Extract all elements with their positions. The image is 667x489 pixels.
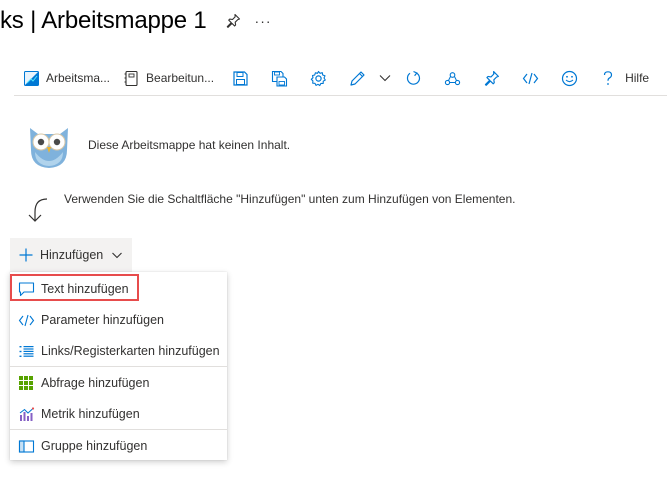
menu-divider [10, 429, 227, 430]
edit-button[interactable]: Bearbeitun... [120, 63, 214, 93]
edit-label: Bearbeitun... [146, 71, 215, 85]
group-icon [17, 437, 35, 455]
metric-chart-icon [17, 405, 35, 423]
save-as-icon [268, 67, 290, 89]
question-mark-icon [597, 67, 619, 89]
menu-item-add-query[interactable]: Abfrage hinzufügen [10, 368, 227, 398]
open-workbook-button[interactable]: Arbeitsma... [20, 63, 110, 93]
menu-item-label: Links/Registerkarten hinzufügen [41, 344, 220, 358]
pin-icon[interactable] [225, 13, 241, 29]
chevron-down-icon [374, 67, 396, 89]
menu-item-label: Abfrage hinzufügen [41, 376, 150, 390]
list-icon [17, 342, 35, 360]
command-bar: Arbeitsma... Bearbeitun... Hilfe [14, 61, 667, 96]
settings-button[interactable] [307, 63, 329, 93]
menu-item-add-parameter[interactable]: Parameter hinzufügen [10, 305, 227, 335]
share-people-icon [441, 67, 463, 89]
curved-arrow-down-icon [24, 196, 50, 224]
menu-item-add-group[interactable]: Gruppe hinzufügen [10, 431, 227, 461]
hint-message: Verwenden Sie die Schaltfläche "Hinzufüg… [64, 192, 516, 206]
open-workbook-label: Arbeitsma... [46, 71, 111, 85]
save-icon [229, 67, 251, 89]
plus-icon [19, 248, 33, 262]
empty-message: Diese Arbeitsmappe hat keinen Inhalt. [88, 138, 291, 152]
edit-pencil-button[interactable] [346, 63, 368, 93]
menu-item-label: Gruppe hinzufügen [41, 439, 148, 453]
code-icon [519, 67, 541, 89]
workbook-icon [20, 67, 42, 89]
owl-illustration [24, 120, 74, 170]
help-button[interactable]: Hilfe [597, 63, 649, 93]
code-icon [17, 311, 35, 329]
title-row: ks | Arbeitsmappe 1 ··· [0, 4, 272, 38]
pin-icon [480, 67, 502, 89]
refresh-button[interactable] [402, 63, 424, 93]
more-options-button[interactable]: ··· [255, 13, 272, 29]
menu-item-add-metric[interactable]: Metrik hinzufügen [10, 399, 227, 429]
chevron-down-icon [112, 252, 123, 259]
pin-to-dashboard-button[interactable] [480, 63, 502, 93]
help-label: Hilfe [625, 71, 650, 85]
add-button[interactable]: Hinzufügen [10, 238, 132, 272]
refresh-icon [402, 67, 424, 89]
notebook-edit-icon [120, 67, 142, 89]
menu-item-label: Metrik hinzufügen [41, 407, 140, 421]
save-as-button[interactable] [268, 63, 290, 93]
menu-item-label: Parameter hinzufügen [41, 313, 164, 327]
smiley-icon [558, 67, 580, 89]
share-button[interactable] [441, 63, 463, 93]
feedback-button[interactable] [558, 63, 580, 93]
edit-dropdown-button[interactable] [374, 63, 396, 93]
pencil-icon [346, 67, 368, 89]
highlight-box [10, 274, 139, 301]
grid-icon [17, 374, 35, 392]
page-title: ks | Arbeitsmappe 1 [0, 7, 207, 34]
menu-divider [10, 366, 227, 367]
menu-item-add-links[interactable]: Links/Registerkarten hinzufügen [10, 336, 227, 366]
gear-icon [307, 67, 329, 89]
save-button[interactable] [229, 63, 251, 93]
advanced-editor-button[interactable] [519, 63, 541, 93]
add-button-label: Hinzufügen [40, 248, 104, 262]
